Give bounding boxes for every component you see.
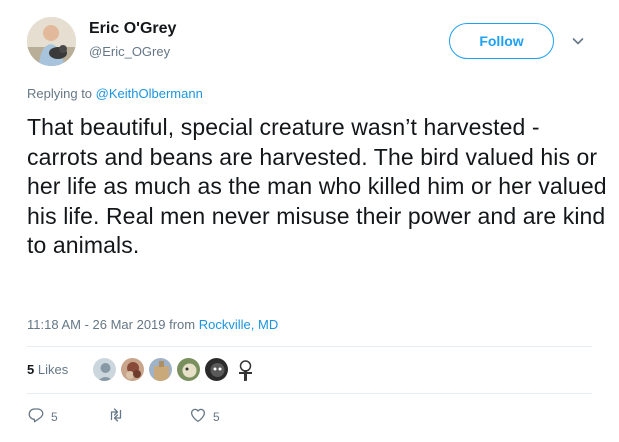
liker-avatar[interactable] [120,357,145,382]
likes-number: 5 [27,362,35,377]
heart-icon [189,406,207,427]
replying-to: Replying to @KeithOlbermann [27,86,203,101]
tweet-meta: 11:18 AM - 26 Mar 2019 from Rockville, M… [27,317,278,332]
liker-avatar[interactable] [92,357,117,382]
tweet-text: That beautiful, special creature wasn’t … [27,114,607,258]
likes-count[interactable]: 5 Likes [27,362,68,377]
divider [27,346,592,347]
liker-avatar[interactable] [176,357,201,382]
author-handle[interactable]: @Eric_OGrey [89,44,170,59]
retweet-button[interactable] [107,406,189,427]
author-name[interactable]: Eric O'Grey [89,20,176,38]
replying-prefix: Replying to [27,86,93,101]
liker-avatar[interactable] [148,357,173,382]
liker-avatars [92,357,257,382]
replying-to-link[interactable]: @KeithOlbermann [96,86,203,101]
tweet-timestamp[interactable]: 11:18 AM - 26 Mar 2019 from [27,317,195,332]
reply-icon [27,406,45,427]
follow-button[interactable]: Follow [449,23,554,59]
likes-label: Likes [37,362,69,377]
reply-button[interactable]: 5 [27,406,107,427]
retweet-icon [107,406,125,427]
tweet-location[interactable]: Rockville, MD [199,317,278,332]
reply-count: 5 [51,409,58,424]
liker-avatar[interactable] [204,357,229,382]
like-count: 5 [213,409,220,424]
author-avatar[interactable] [27,17,76,66]
tweet-actions: 5 5 [27,406,220,427]
liker-avatar[interactable] [232,357,257,382]
like-button[interactable]: 5 [189,406,220,427]
chevron-down-icon[interactable] [570,33,586,49]
divider [27,393,592,394]
